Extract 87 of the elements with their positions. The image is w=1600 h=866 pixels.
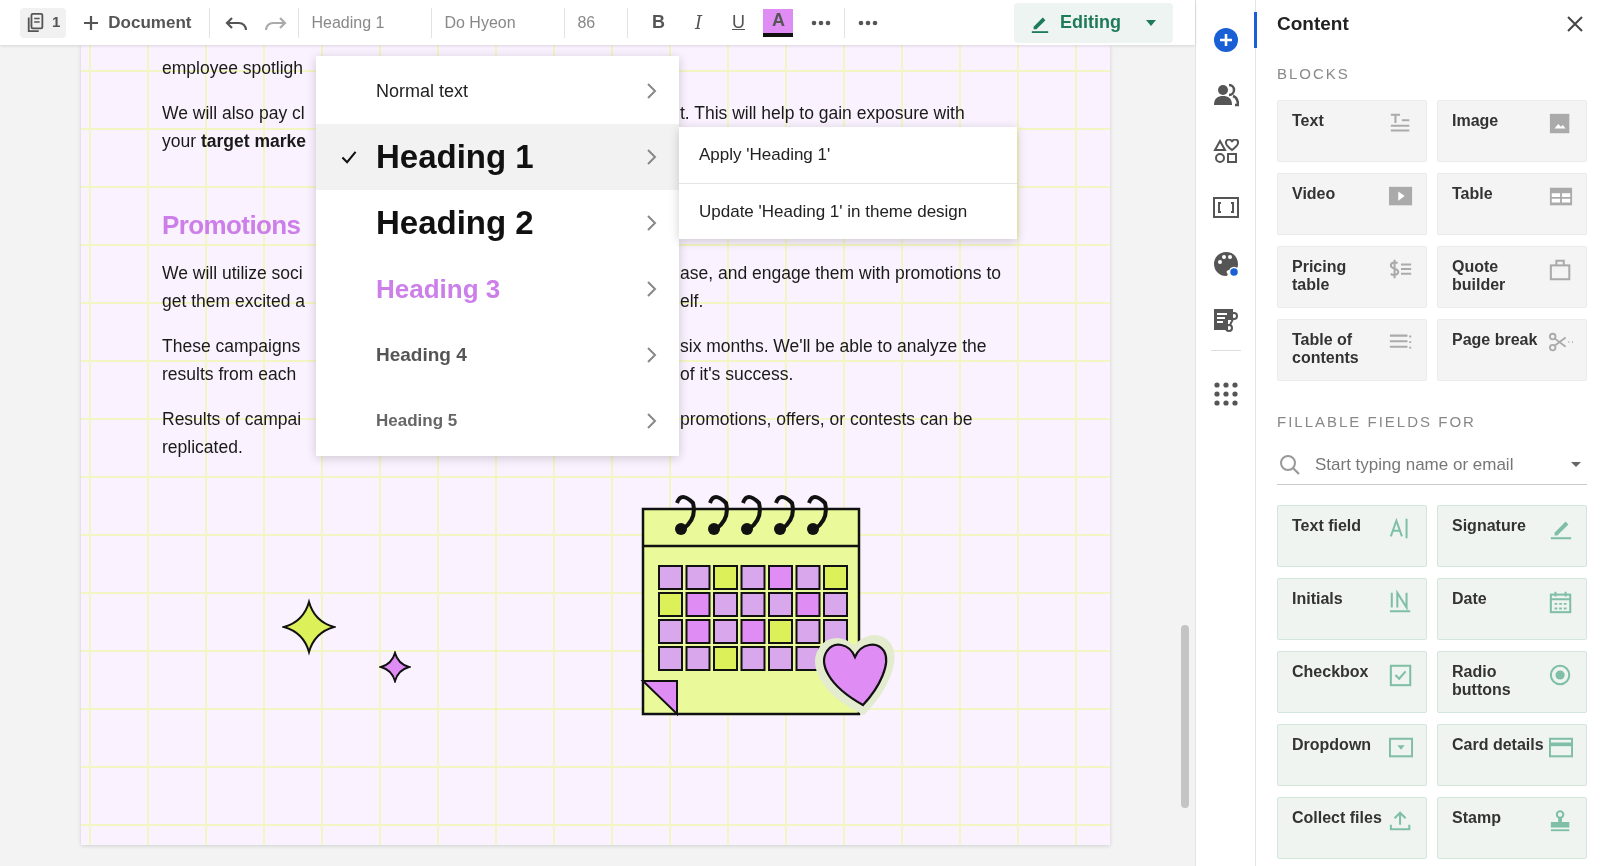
menu-item[interactable]: Heading 1 <box>316 124 679 190</box>
block-card[interactable]: Card details <box>1437 724 1587 786</box>
checkbox-icon <box>1389 663 1413 687</box>
menu-item[interactable]: Update 'Heading 1' in theme design <box>679 183 1017 239</box>
bold-button[interactable]: B <box>643 8 674 37</box>
more-icon[interactable] <box>810 18 833 27</box>
font-size-field[interactable]: 86 <box>565 10 628 35</box>
plus-icon <box>82 13 101 32</box>
sparkle-drawing <box>379 651 411 683</box>
block-card[interactable]: Pricing table <box>1277 245 1427 308</box>
shapes-icon[interactable] <box>1212 139 1239 165</box>
sparkle-drawing <box>282 597 336 657</box>
chevron-right-icon <box>646 214 657 232</box>
chevron-right-icon <box>646 412 657 430</box>
menu-item[interactable]: Heading 4 <box>316 322 679 388</box>
block-card[interactable]: Dropdown <box>1277 724 1427 786</box>
paragraph-text: replicated. <box>162 436 243 457</box>
document-button[interactable]: Document <box>78 7 196 38</box>
upload-icon <box>1389 809 1413 833</box>
initials-icon <box>1389 590 1413 614</box>
paragraph-text: six months. We'll be able to analyze the <box>680 334 987 358</box>
menu-item[interactable]: Heading 5 <box>316 388 679 454</box>
close-icon[interactable] <box>1566 15 1584 33</box>
section-heading: FILLABLE FIELDS FOR <box>1277 411 1477 432</box>
chevron-right-icon <box>646 346 657 364</box>
chevron-right-icon <box>646 82 657 100</box>
block-card[interactable]: Page break <box>1437 318 1587 381</box>
caret-icon <box>1145 18 1157 27</box>
frame-icon[interactable] <box>1212 195 1239 221</box>
style-field[interactable]: Heading 1 <box>299 10 432 35</box>
menu-item[interactable]: Apply 'Heading 1' <box>679 127 1017 183</box>
menu-item[interactable]: Heading 2 <box>316 190 679 256</box>
block-card[interactable]: Image <box>1437 99 1587 162</box>
block-card[interactable]: Text <box>1277 99 1427 162</box>
section-heading: BLOCKS <box>1277 64 1351 84</box>
block-card[interactable]: Radio buttons <box>1437 651 1587 713</box>
paragraph-text: We will also pay cl <box>162 102 305 123</box>
paragraph-text: t. This will help to gain exposure with <box>680 101 965 125</box>
bag-icon <box>1549 257 1573 282</box>
page-count-button[interactable]: 1 <box>20 7 67 38</box>
font-field[interactable]: Do Hyeon <box>432 10 565 35</box>
block-card[interactable]: Date <box>1437 578 1587 640</box>
paragraph-text: ase, and engage them with promotions to <box>680 261 1002 285</box>
pages-icon <box>26 11 46 34</box>
calendar-icon <box>1549 590 1573 614</box>
paragraph-text: results from each <box>162 363 297 384</box>
add-icon[interactable] <box>1212 27 1239 53</box>
chevron-right-icon <box>646 148 657 166</box>
caret-icon <box>1570 461 1582 468</box>
search-field[interactable]: Start typing name or email <box>1315 451 1556 478</box>
underline-button[interactable]: U <box>723 8 754 37</box>
radio-icon <box>1549 663 1573 687</box>
paragraph-text: of it's success. <box>680 362 794 386</box>
chevron-right-icon <box>646 280 657 298</box>
block-card[interactable]: Table <box>1437 172 1587 235</box>
form-icon[interactable] <box>1212 307 1239 333</box>
paragraph-text: elf. <box>680 289 704 313</box>
italic-button[interactable]: I <box>683 8 714 37</box>
block-card[interactable]: Text field <box>1277 505 1427 567</box>
more-icon[interactable] <box>857 18 880 27</box>
block-card[interactable]: Quote builder <box>1437 245 1587 308</box>
block-card[interactable]: Collect files <box>1277 797 1427 859</box>
block-card[interactable]: Initials <box>1277 578 1427 640</box>
paragraph-text: promotions, offers, or contests can be <box>680 407 973 431</box>
check-icon <box>340 149 358 165</box>
block-card[interactable]: Video <box>1277 172 1427 235</box>
block-card[interactable]: Checkbox <box>1277 651 1427 713</box>
apps-grid-icon[interactable] <box>1212 381 1239 407</box>
paragraph-text: Results of campai <box>162 408 302 429</box>
menu-item[interactable]: Normal text <box>316 58 679 124</box>
palette-icon[interactable] <box>1212 251 1239 277</box>
scrollbar[interactable] <box>1181 625 1189 808</box>
panel-title: Content <box>1277 11 1349 36</box>
paragraph-text: We will utilize soci <box>162 262 303 283</box>
paragraph-text: employee spotligh <box>162 57 304 78</box>
heading-text: Promotions <box>162 209 301 240</box>
search-icon <box>1279 453 1301 476</box>
block-card[interactable]: Table of contents <box>1277 318 1427 381</box>
editing-button[interactable]: Editing <box>1014 2 1173 43</box>
block-card[interactable]: Signature <box>1437 505 1587 567</box>
paragraph-text: These campaigns <box>162 335 301 356</box>
block-card[interactable]: Stamp <box>1437 797 1587 859</box>
paragraph-text: your target marke <box>162 130 306 151</box>
dropdown-icon <box>1389 736 1413 760</box>
people-icon[interactable] <box>1212 83 1239 109</box>
card-icon <box>1549 736 1573 760</box>
paragraph-text: get them excited a <box>162 290 305 311</box>
